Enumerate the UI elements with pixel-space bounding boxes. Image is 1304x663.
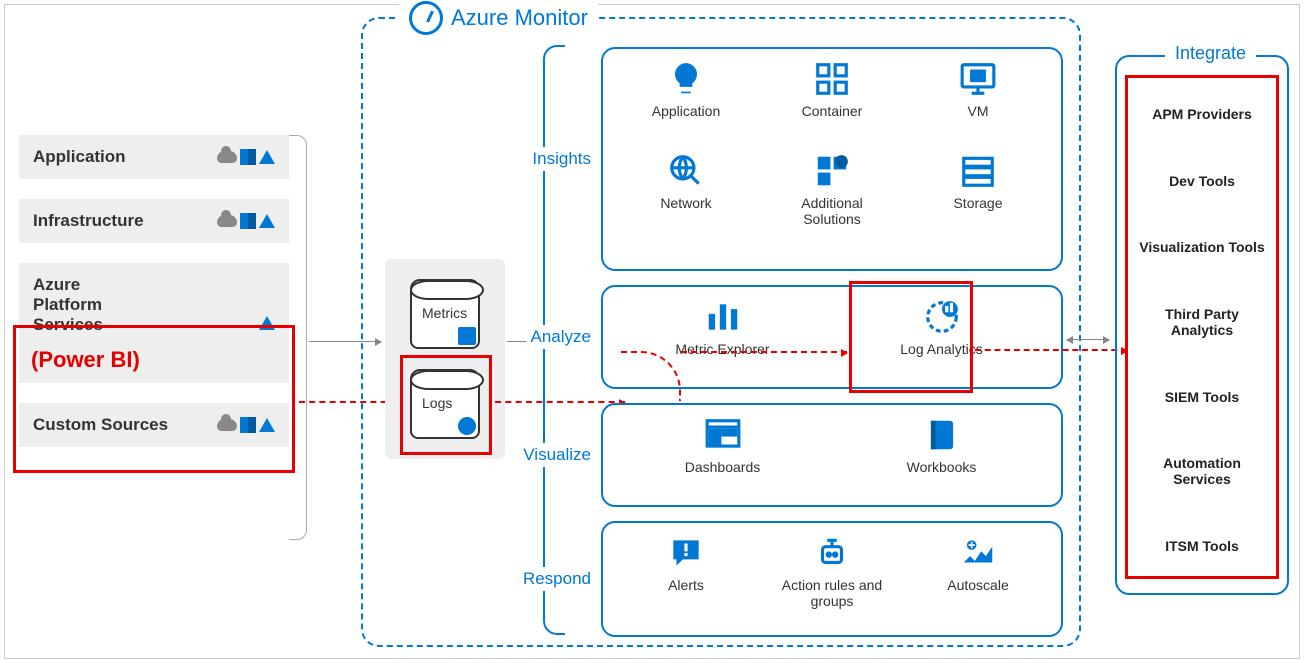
source-icons bbox=[217, 417, 275, 433]
item-label: Additional Solutions bbox=[772, 195, 892, 227]
source-label: Custom Sources bbox=[33, 415, 168, 435]
item-label: VM bbox=[968, 103, 989, 119]
respond-panel: Respond Alerts Action rules and groups A… bbox=[601, 521, 1063, 637]
source-icons bbox=[259, 316, 275, 330]
cloud-icon bbox=[217, 215, 237, 227]
globe-search-icon bbox=[666, 151, 706, 191]
autoscale-icon bbox=[958, 533, 998, 573]
insights-application: Application bbox=[626, 59, 746, 119]
azure-icon bbox=[259, 150, 275, 164]
apps-icon bbox=[812, 151, 852, 191]
item-label: Action rules and groups bbox=[772, 577, 892, 609]
visualize-panel: Visualize Dashboards Workbooks bbox=[601, 403, 1063, 507]
integrate-title: Integrate bbox=[1165, 43, 1256, 64]
robot-icon bbox=[812, 533, 852, 573]
logs-label: Logs bbox=[422, 395, 452, 411]
arrow-logs-to-loganalytics-2 bbox=[681, 351, 847, 353]
sources-column: Application Infrastructure Azure Platfor… bbox=[19, 135, 289, 467]
insights-storage: Storage bbox=[918, 151, 1038, 211]
integrate-apm: APM Providers bbox=[1129, 102, 1275, 126]
panel-label: Analyze bbox=[527, 325, 595, 349]
item-label: Application bbox=[652, 103, 721, 119]
log-analytics-icon bbox=[922, 297, 962, 337]
item-label: Log Analytics bbox=[900, 341, 983, 357]
panel-label: Visualize bbox=[519, 443, 595, 467]
item-label: Network bbox=[660, 195, 711, 211]
storage-icon bbox=[958, 151, 998, 191]
item-label: Storage bbox=[953, 195, 1002, 211]
dashboard-icon bbox=[703, 415, 743, 455]
source-icons bbox=[217, 149, 275, 165]
integrate-thirdparty: Third Party Analytics bbox=[1129, 302, 1275, 342]
respond-autoscale: Autoscale bbox=[918, 533, 1038, 593]
integrate-itsm: ITSM Tools bbox=[1129, 534, 1275, 558]
item-label: Alerts bbox=[668, 577, 704, 593]
arrow-analyze-to-integrate bbox=[1067, 339, 1109, 340]
source-infrastructure: Infrastructure bbox=[19, 199, 289, 243]
insights-container: Container bbox=[772, 59, 892, 119]
insights-panel: Insights Application Container VM Networ… bbox=[601, 47, 1063, 271]
metrics-db: Metrics bbox=[410, 279, 480, 349]
analyze-log-analytics: Log Analytics bbox=[882, 297, 1002, 357]
arrow-logs-to-loganalytics-1 bbox=[495, 401, 625, 403]
integrate-dev: Dev Tools bbox=[1129, 169, 1275, 193]
insights-solutions: Additional Solutions bbox=[772, 151, 892, 227]
arrow-loganalytics-to-integrate bbox=[975, 349, 1127, 351]
item-label: Workbooks bbox=[907, 459, 977, 475]
azure-icon bbox=[259, 316, 275, 330]
source-label: Infrastructure bbox=[33, 211, 144, 231]
bar-chart-icon bbox=[703, 297, 743, 337]
source-custom: Custom Sources bbox=[19, 403, 289, 447]
insights-vm: VM bbox=[918, 59, 1038, 119]
gauge-icon bbox=[409, 1, 443, 35]
integrate-list: APM Providers Dev Tools Visualization To… bbox=[1129, 81, 1275, 579]
monitor-icon bbox=[958, 59, 998, 99]
panel-label: Respond bbox=[519, 567, 595, 591]
source-application: Application bbox=[19, 135, 289, 179]
source-label: Azure Platform Services bbox=[33, 275, 103, 335]
integrate-automation: Automation Services bbox=[1129, 451, 1275, 491]
source-label: Application bbox=[33, 147, 126, 167]
workbook-icon bbox=[922, 415, 962, 455]
visualize-workbooks: Workbooks bbox=[882, 415, 1002, 475]
item-label: Container bbox=[802, 103, 863, 119]
building-icon bbox=[240, 213, 256, 229]
source-azure-platform: Azure Platform Services (Power BI) bbox=[19, 263, 289, 383]
logs-db: Logs bbox=[410, 369, 480, 439]
metrics-label: Metrics bbox=[422, 305, 467, 321]
building-icon bbox=[240, 149, 256, 165]
title-text: Azure Monitor bbox=[451, 5, 588, 31]
cloud-icon bbox=[217, 419, 237, 431]
panel-label: Insights bbox=[528, 147, 595, 171]
diagram-frame: Application Infrastructure Azure Platfor… bbox=[4, 4, 1300, 659]
respond-alerts: Alerts bbox=[626, 533, 746, 593]
source-bracket bbox=[289, 135, 307, 540]
item-label: Autoscale bbox=[947, 577, 1008, 593]
chart-badge-icon bbox=[458, 327, 476, 345]
insights-network: Network bbox=[626, 151, 746, 211]
integrate-viz: Visualization Tools bbox=[1129, 235, 1275, 259]
azure-monitor-title: Azure Monitor bbox=[399, 1, 598, 35]
respond-action-rules: Action rules and groups bbox=[772, 533, 892, 609]
azure-icon bbox=[259, 418, 275, 432]
cloud-icon bbox=[217, 151, 237, 163]
lightbulb-icon bbox=[666, 59, 706, 99]
item-label: Dashboards bbox=[685, 459, 761, 475]
item-label: Metric Explorer bbox=[675, 341, 769, 357]
alert-icon bbox=[666, 533, 706, 573]
source-icons bbox=[217, 213, 275, 229]
azure-icon bbox=[259, 214, 275, 228]
storage-box: Metrics Logs bbox=[385, 259, 505, 459]
analytics-badge-icon bbox=[458, 417, 476, 435]
powerbi-annotation: (Power BI) bbox=[31, 347, 140, 373]
integrate-siem: SIEM Tools bbox=[1129, 385, 1275, 409]
container-icon bbox=[812, 59, 852, 99]
visualize-dashboards: Dashboards bbox=[663, 415, 783, 475]
building-icon bbox=[240, 417, 256, 433]
analyze-metric-explorer: Metric Explorer bbox=[663, 297, 783, 357]
